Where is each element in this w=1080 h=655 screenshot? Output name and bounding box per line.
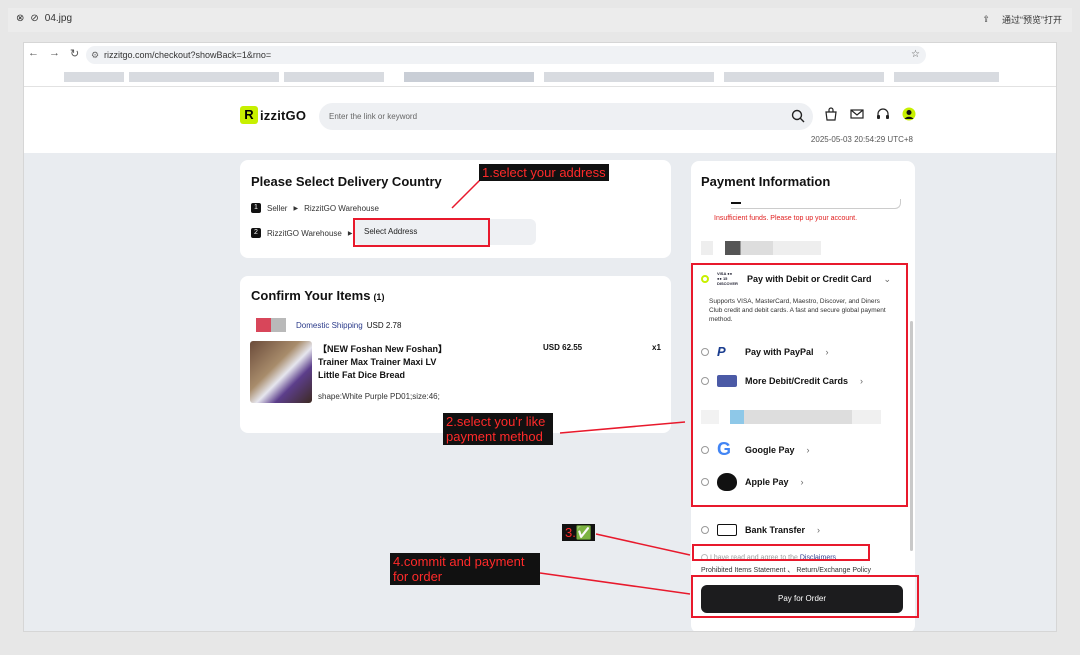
forward-icon[interactable]: →	[49, 47, 60, 60]
shipping-label: Domestic Shipping	[296, 320, 363, 330]
disabled-icon: ⊘	[30, 13, 39, 24]
product-price: USD 62.55	[543, 343, 583, 352]
site-info-icon[interactable]: ⚙	[91, 46, 99, 64]
browser-toolbar: ← → ↻ ⚙ rizzitgo.com/checkout?showBack=1…	[24, 43, 1056, 67]
step-from: RizzitGO Warehouse	[267, 228, 342, 238]
annotation-box-pay-button	[691, 575, 919, 618]
bookmarks-bar	[24, 67, 1056, 87]
back-icon[interactable]: ←	[28, 47, 39, 60]
step-number: 1	[251, 203, 261, 213]
server-datetime: 2025-05-03 20:54:29 UTC+8	[810, 135, 913, 144]
open-with-preview-button[interactable]: 通过“预览”打开	[1002, 13, 1062, 26]
payment-title: Payment Information	[701, 174, 831, 189]
url-text: rizzitgo.com/checkout?showBack=1&rno=	[104, 50, 272, 60]
bank-card-icon	[717, 524, 737, 536]
reload-icon[interactable]: ↻	[70, 47, 79, 60]
mail-icon[interactable]	[850, 107, 864, 121]
balance-marker	[731, 202, 741, 204]
items-title: Confirm Your Items	[251, 288, 371, 303]
annotation-step3-label: 3.✅	[562, 524, 596, 541]
delivery-title: Please Select Delivery Country	[251, 174, 442, 189]
address-bar[interactable]: ⚙ rizzitgo.com/checkout?showBack=1&rno= …	[86, 46, 926, 64]
annotation-step4-label: 4.commit and payment for order	[390, 553, 540, 585]
viewer-filename: 04.jpg	[44, 13, 73, 24]
headset-icon[interactable]	[876, 107, 890, 121]
step-number: 2	[251, 228, 261, 238]
items-count: (1)	[373, 292, 385, 302]
caret-right-icon: ▶	[293, 205, 299, 212]
close-icon[interactable]: ⊗	[16, 13, 24, 24]
domestic-shipping-row: Domestic Shipping USD 2.78	[256, 318, 401, 332]
shipping-price: USD 2.78	[366, 320, 402, 330]
radio-button[interactable]	[701, 526, 709, 534]
caret-right-icon: ▶	[347, 230, 353, 237]
product-title[interactable]: 【NEW Foshan New Foshan】 Trainer Max Trai…	[318, 343, 448, 382]
confirm-items-card: Confirm Your Items (1) Domestic Shipping…	[240, 276, 671, 433]
search-input[interactable]: Enter the link or keyword	[319, 103, 813, 130]
viewer-title-bar: ⊗ ⊘ 04.jpg ⇪ 通过“预览”打开	[8, 8, 1072, 32]
product-image[interactable]	[250, 341, 312, 403]
balance-row	[731, 199, 901, 209]
share-icon[interactable]: ⇪	[982, 14, 990, 25]
search-icon[interactable]	[791, 109, 805, 123]
annotation-box-payment-methods	[691, 263, 908, 507]
insufficient-funds-text: Insufficient funds. Please top up your a…	[714, 215, 858, 222]
cart-icon[interactable]	[824, 107, 838, 121]
logo-badge: R	[240, 106, 258, 124]
avatar-icon[interactable]	[902, 107, 916, 121]
blurred-balance	[701, 241, 821, 255]
annotation-box-address	[353, 218, 490, 247]
pay-option-label: Bank Transfer	[745, 525, 806, 535]
product-quantity: x1	[652, 343, 661, 352]
step-to: RizzitGO Warehouse	[304, 203, 379, 213]
rizzitgo-logo[interactable]: R izzitGO	[240, 106, 306, 124]
annotation-step2-label: 2.select you'r like payment method	[443, 413, 553, 445]
step-from: Seller	[267, 203, 288, 213]
annotation-box-agree	[692, 544, 870, 561]
bookmark-star-icon[interactable]: ☆	[911, 46, 920, 64]
chevron-right-icon: ›	[817, 525, 821, 535]
site-header: R izzitGO Enter the link or keyword 2025…	[24, 87, 1056, 153]
route-step-1: 1 Seller ▶ RizzitGO Warehouse	[251, 203, 379, 213]
logo-text: izzitGO	[260, 107, 307, 123]
shipping-thumbnail	[256, 318, 286, 332]
route-step-2: 2 RizzitGO Warehouse ▶	[251, 228, 352, 238]
product-spec: shape:White Purple PD01;size:46;	[318, 392, 440, 401]
payment-scrollbar[interactable]	[910, 321, 913, 551]
pay-option-bank-transfer[interactable]: Bank Transfer ›	[701, 524, 820, 536]
policy-links[interactable]: Prohibited Items Statement 、 Return/Exch…	[701, 565, 871, 575]
annotation-step1-label: 1.select your address	[479, 164, 609, 181]
search-placeholder: Enter the link or keyword	[329, 112, 418, 121]
